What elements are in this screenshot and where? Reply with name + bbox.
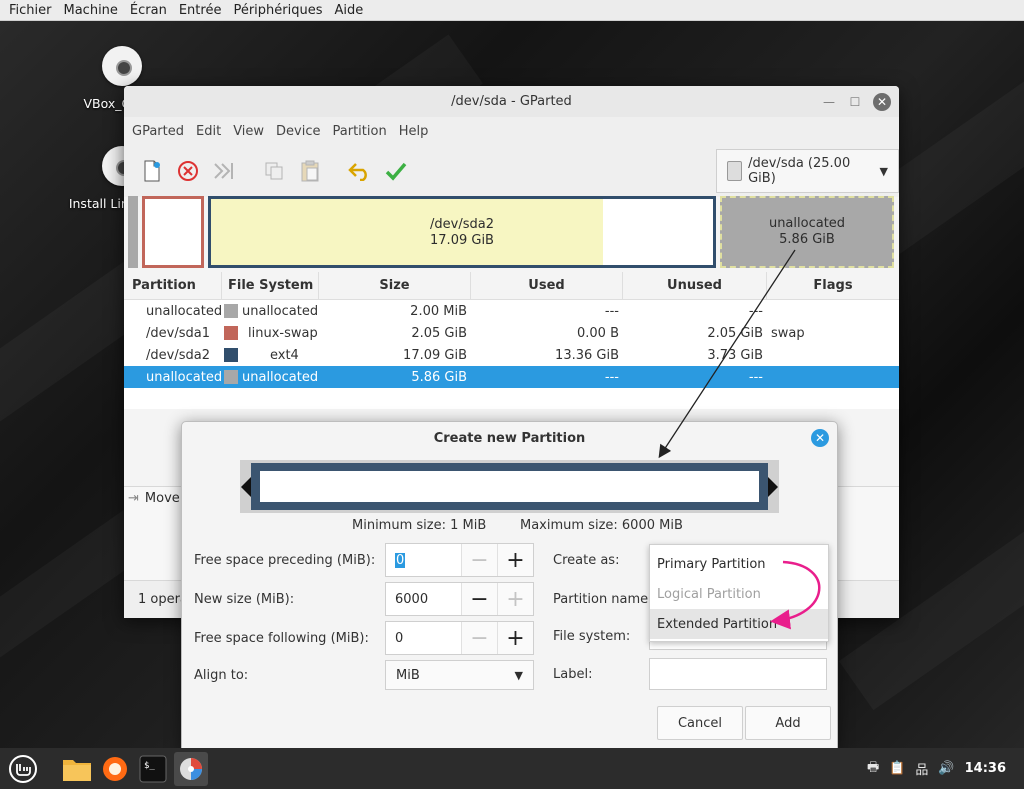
clock[interactable]: 14:36 [965, 761, 1006, 776]
printer-icon[interactable]: 🖶 [867, 758, 879, 780]
mint-menu-icon [9, 754, 37, 783]
terminal-icon: $_ [139, 755, 167, 782]
network-icon[interactable]: 品 [915, 759, 928, 778]
terminal-launcher[interactable]: $_ [136, 752, 170, 786]
arrow-annotation [658, 249, 796, 459]
taskbar: $_ 🖶 📋 品 🔊 14:36 [0, 748, 1024, 789]
firefox-icon [103, 756, 127, 781]
mint-menu-button[interactable] [6, 752, 40, 786]
clipboard-icon[interactable]: 📋 [889, 761, 905, 776]
system-tray: 🖶 📋 品 🔊 14:36 [867, 748, 1006, 789]
svg-text:$_: $_ [144, 761, 155, 771]
volume-icon[interactable]: 🔊 [938, 761, 954, 776]
annotation-overlay [658, 249, 821, 630]
files-icon [63, 759, 91, 781]
pink-arrow-annotation [770, 560, 821, 630]
gparted-icon [180, 757, 202, 780]
files-launcher[interactable] [60, 752, 94, 786]
gparted-taskbar-button[interactable] [174, 751, 208, 786]
firefox-launcher[interactable] [98, 752, 132, 786]
